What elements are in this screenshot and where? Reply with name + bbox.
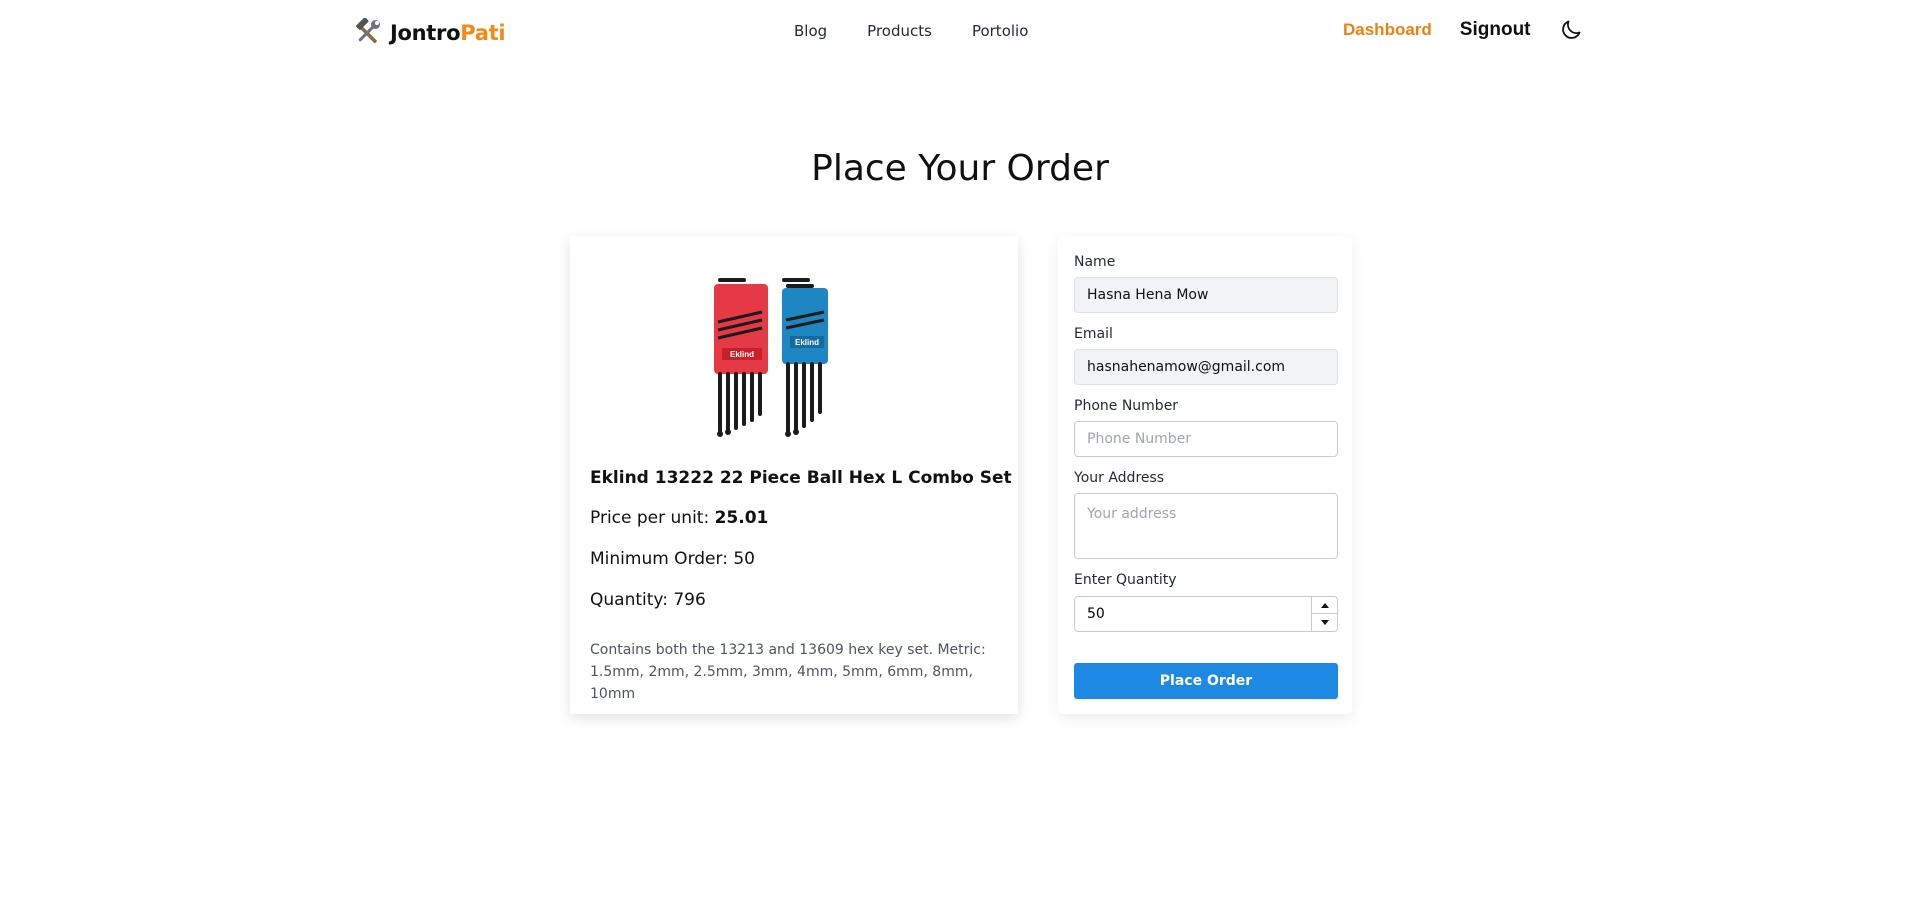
brand-name-accent: Pati [460,21,506,45]
product-name: Eklind 13222 22 Piece Ball Hex L Combo S… [590,468,1012,488]
phone-label: Phone Number [1074,398,1179,414]
product-price-label: Price per unit: [590,508,715,528]
hex-key-set-image: Eklind Eklind [714,278,828,437]
quantity-stepper-controls [1311,597,1337,631]
caret-down-icon [1320,620,1329,625]
red-hex-key-set: Eklind [714,278,768,437]
dashboard-link[interactable]: Dashboard [1343,20,1432,40]
moon-icon[interactable] [1559,18,1583,42]
product-price: Price per unit: 25.01 [590,508,768,528]
nav-actions: Dashboard Signout [1343,18,1583,42]
address-field[interactable] [1074,493,1338,559]
nav-link-blog[interactable]: Blog [794,22,827,40]
quantity-decrement-button[interactable] [1312,614,1337,631]
name-field[interactable] [1074,277,1338,313]
brand-name: JontroPati [390,21,506,45]
signout-button[interactable]: Signout [1460,19,1531,41]
red-set-brand-text: Eklind [730,350,754,359]
product-price-value: 25.01 [714,508,769,528]
blue-set-brand-text: Eklind [795,338,819,347]
place-order-button[interactable]: Place Order [1074,663,1338,699]
main-nav: Blog Products Portolio [794,22,1028,40]
nav-link-portfolio[interactable]: Portolio [972,22,1028,40]
tools-icon [356,18,380,44]
quantity-field[interactable] [1075,597,1311,631]
email-field[interactable] [1074,349,1338,385]
caret-up-icon [1320,602,1329,608]
email-label: Email [1074,326,1113,342]
brand-logo[interactable]: JontroPati [352,18,506,48]
nav-link-products[interactable]: Products [867,22,932,40]
navbar: JontroPati Blog Products Portolio Dashbo… [0,0,1920,64]
product-description: Contains both the 13213 and 13609 hex ke… [590,642,986,702]
product-quantity: Quantity: 796 [590,590,706,610]
product-card: Eklind Eklind Eklind 13222 22 Piece Ball… [570,236,1018,714]
product-min-order: Minimum Order: 50 [590,549,755,569]
quantity-stepper [1074,596,1338,632]
phone-field[interactable] [1074,421,1338,457]
blue-hex-key-set: Eklind [782,278,828,437]
address-label: Your Address [1074,470,1165,486]
page-title: Place Your Order [811,148,1109,189]
quantity-increment-button[interactable] [1312,597,1337,614]
name-label: Name [1074,254,1116,270]
quantity-label: Enter Quantity [1074,572,1177,588]
order-form: Name Email Phone Number Your Address Ent… [1058,236,1352,714]
brand-name-prefix: Jontro [390,21,461,45]
